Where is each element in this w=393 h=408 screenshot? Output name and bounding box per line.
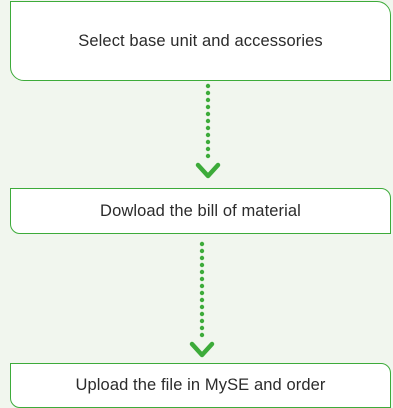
step-box-download-bom: Dowload the bill of material: [10, 188, 391, 234]
dotted-arrow-connector: [189, 241, 215, 358]
dotted-line: [199, 241, 205, 338]
chevron-down-icon: [189, 341, 215, 358]
step-label: Select base unit and accessories: [78, 31, 323, 50]
step-box-upload-order: Upload the file in MySE and order: [10, 363, 391, 408]
step-label: Upload the file in MySE and order: [75, 376, 326, 394]
step-label: Dowload the bill of material: [100, 201, 301, 220]
dotted-arrow-connector: [195, 83, 221, 179]
dotted-line: [205, 83, 211, 159]
step-box-select-base-unit: Select base unit and accessories: [10, 1, 391, 81]
chevron-down-icon: [195, 162, 221, 179]
